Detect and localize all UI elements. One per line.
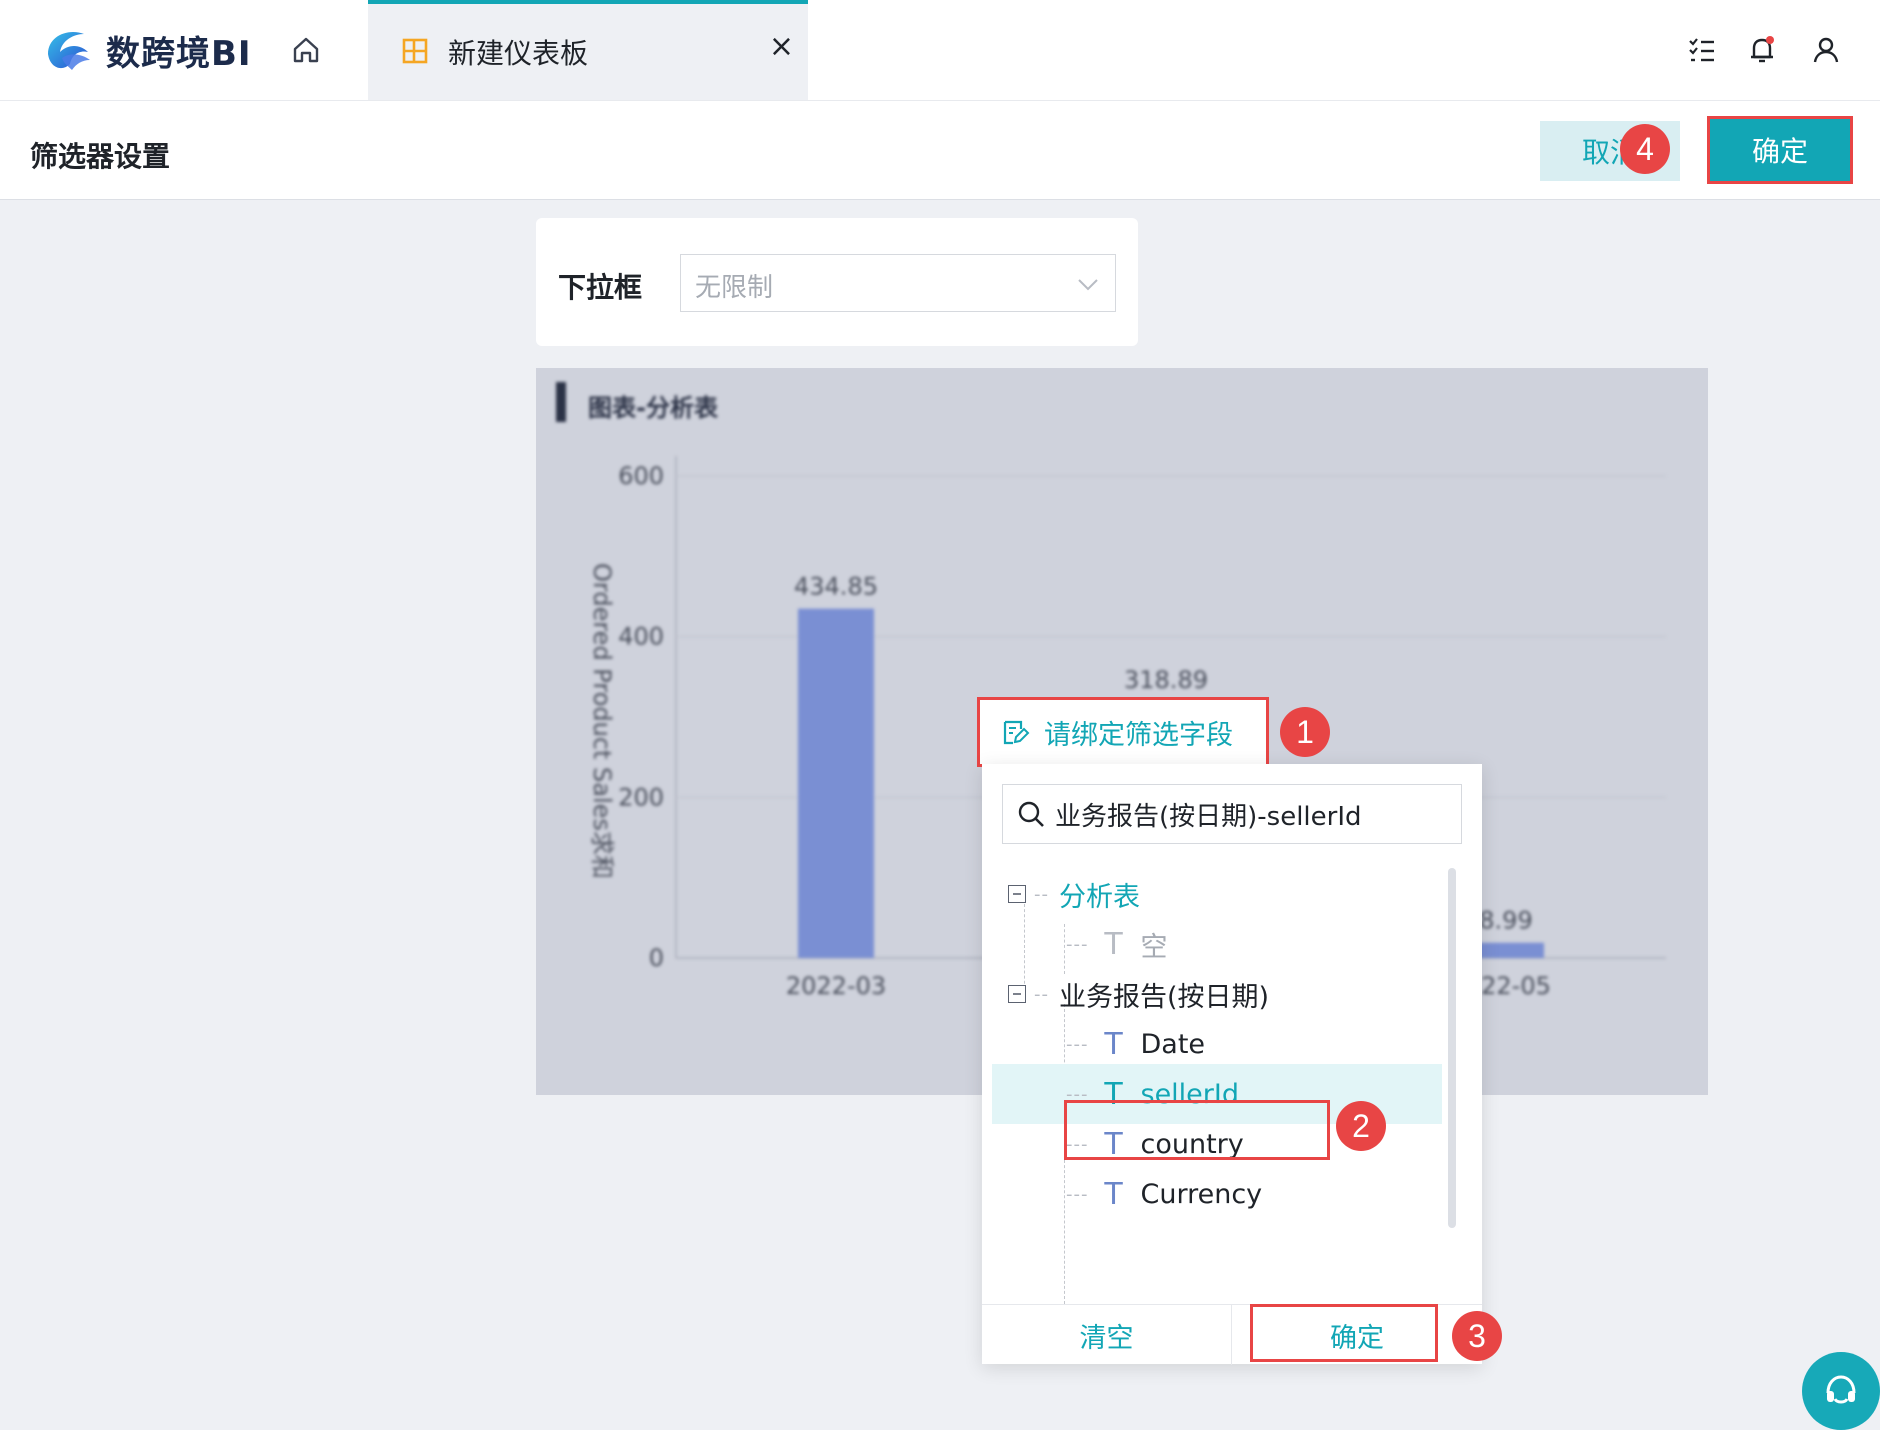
step-badge-1: 1 [1280,707,1330,757]
filter-dropdown[interactable]: 无限制 [680,254,1116,312]
tree-field-label: 空 [1140,931,1168,963]
brand-name: 数跨境BI [106,33,252,74]
text-field-icon: T [1104,1026,1123,1062]
text-field-icon: T [1104,1076,1123,1112]
filter-type-label: 下拉框 [558,271,643,304]
tab-close-button[interactable]: × [769,32,794,62]
x-tick-label: 22-05 [1481,972,1551,1000]
tree-field-label: Currency [1140,1178,1263,1210]
text-field-icon: T [1104,926,1123,962]
home-button[interactable] [286,30,326,70]
checklist-button[interactable] [1682,30,1722,70]
filter-card: 下拉框 无限制 [536,218,1138,346]
bind-field-label: 请绑定筛选字段 [1044,719,1233,751]
chevron-down-icon [1078,279,1098,291]
tree-field-currency[interactable]: --- T Currency [992,1164,1442,1224]
data-label: 8.99 [1479,907,1532,935]
collapse-icon[interactable] [1008,985,1026,1003]
y-tick-label: 0 [649,944,664,972]
search-icon [1018,801,1044,827]
y-tick-label: 600 [618,462,664,490]
tree-group-label: 业务报告(按日期) [1059,981,1270,1013]
filter-settings-header: 筛选器设置 取消 确定 [0,100,1880,200]
bind-field-trigger[interactable]: 请绑定筛选字段 [977,697,1269,767]
user-icon [1813,37,1839,63]
field-picker-panel: -- 分析表 --- T 空 -- 业务报告(按日期) --- T Date -… [982,764,1482,1365]
picker-footer: 清空 确定 [982,1304,1482,1365]
help-button[interactable] [1802,1352,1880,1430]
y-axis-label: Ordered Product Sales求和 [588,563,616,879]
edit-field-icon [1003,720,1030,745]
bar [798,608,874,958]
tree-field-label: country [1140,1128,1244,1160]
data-label: 318.89 [1124,666,1208,694]
clear-button[interactable]: 清空 [982,1305,1232,1365]
field-search-input[interactable] [1053,798,1457,830]
tree-scrollbar[interactable] [1448,868,1456,1228]
tree-group-label: 分析表 [1059,881,1140,913]
tab-new-dashboard[interactable]: 新建仪表板 × [368,0,808,100]
top-bar: 数跨境BI 新建仪表板 × [0,0,1880,100]
filter-dropdown-placeholder: 无限制 [695,273,774,303]
confirm-button[interactable]: 确定 [1707,116,1853,184]
brand-logo-icon [48,32,90,70]
collapse-icon[interactable] [1008,885,1026,903]
text-field-icon: T [1104,1176,1123,1212]
tree-field-label: sellerId [1140,1078,1240,1110]
dashboard-icon [402,38,428,64]
step-badge-2: 2 [1336,1101,1386,1151]
data-label: 434.85 [794,573,878,601]
field-search[interactable] [1002,784,1462,844]
notification-button[interactable] [1742,30,1782,70]
step-badge-3: 3 [1452,1311,1502,1361]
y-tick-label: 200 [618,783,664,811]
text-field-icon: T [1104,1126,1123,1162]
step-badge-4: 4 [1620,124,1670,174]
field-tree: -- 分析表 --- T 空 -- 业务报告(按日期) --- T Date -… [982,864,1442,1324]
y-tick-label: 400 [618,623,664,651]
bell-icon [1751,36,1774,63]
user-button[interactable] [1806,30,1846,70]
tree-field-label: Date [1140,1028,1206,1060]
brand-logo[interactable]: 数跨境BI [40,22,252,78]
tab-title: 新建仪表板 [448,37,589,70]
checklist-icon [1689,38,1714,62]
page-title: 筛选器设置 [30,140,171,173]
home-icon [293,37,319,63]
picker-confirm-button[interactable]: 确定 [1232,1305,1482,1365]
headset-icon [1826,1375,1856,1404]
x-tick-label: 2022-03 [786,972,886,1000]
